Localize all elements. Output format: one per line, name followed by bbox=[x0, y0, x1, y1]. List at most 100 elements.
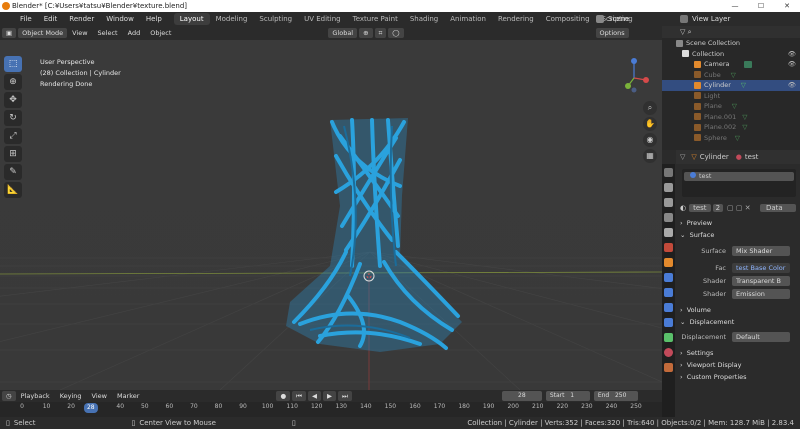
start-frame-field[interactable]: Start 1 bbox=[545, 391, 590, 401]
select-box-tool-icon[interactable]: ⬚ bbox=[4, 56, 22, 72]
menu-object[interactable]: Object bbox=[145, 29, 176, 37]
viewport-display-section[interactable]: › Viewport Display bbox=[676, 359, 800, 371]
jump-end-icon[interactable]: ⏭ bbox=[337, 391, 352, 401]
zoom-icon[interactable]: ⌕ bbox=[643, 101, 657, 115]
pan-hand-icon[interactable]: ✋ bbox=[643, 117, 657, 131]
cursor-tool-icon[interactable]: ⊕ bbox=[4, 74, 22, 90]
outliner-collection[interactable]: Collection 👁 bbox=[662, 49, 800, 60]
outliner-item-sphere[interactable]: Sphere ▽ bbox=[662, 133, 800, 144]
displacement-field[interactable]: Default bbox=[732, 331, 790, 342]
tab-layout[interactable]: Layout bbox=[173, 13, 210, 25]
menu-timeline-view[interactable]: View bbox=[87, 392, 112, 400]
custom-properties-section[interactable]: › Custom Properties bbox=[676, 371, 800, 383]
menu-window[interactable]: Window bbox=[100, 15, 140, 23]
preview-section[interactable]: › Preview bbox=[676, 217, 800, 229]
tab-compositing[interactable]: Compositing bbox=[540, 13, 596, 25]
menu-file[interactable]: File bbox=[14, 15, 38, 23]
texture-tab-icon[interactable] bbox=[664, 363, 673, 372]
object-tab-icon[interactable] bbox=[664, 258, 673, 267]
close-button[interactable]: ✕ bbox=[774, 0, 800, 12]
menu-select[interactable]: Select bbox=[93, 29, 123, 37]
tab-animation[interactable]: Animation bbox=[444, 13, 492, 25]
visibility-eye-icon[interactable]: 👁 bbox=[788, 50, 796, 58]
displacement-section[interactable]: ⌄ Displacement bbox=[676, 316, 800, 328]
outliner-item-plane[interactable]: Plane ▽ bbox=[662, 101, 800, 112]
maximize-button[interactable]: ☐ bbox=[748, 0, 774, 12]
modifier-tab-icon[interactable] bbox=[664, 273, 673, 282]
properties-search-icon[interactable]: ▽ bbox=[680, 153, 685, 161]
outliner-item-cylinder[interactable]: Cylinder ▽ 👁 bbox=[662, 80, 800, 91]
camera-view-icon[interactable]: ◉ bbox=[643, 133, 657, 147]
world-tab-icon[interactable] bbox=[664, 243, 673, 252]
shader2-field[interactable]: Emission bbox=[732, 288, 790, 299]
tab-modeling[interactable]: Modeling bbox=[210, 13, 254, 25]
fake-user-icon[interactable]: ▢ ▢ ✕ bbox=[727, 204, 751, 212]
menu-playback[interactable]: Playback bbox=[16, 392, 55, 400]
ortho-grid-icon[interactable]: ▦ bbox=[643, 149, 657, 163]
annotate-tool-icon[interactable]: ✎ bbox=[4, 164, 22, 180]
menu-view[interactable]: View bbox=[67, 29, 92, 37]
menu-marker[interactable]: Marker bbox=[112, 392, 144, 400]
outliner-scene-collection[interactable]: Scene Collection bbox=[662, 38, 800, 49]
move-tool-icon[interactable]: ✥ bbox=[4, 92, 22, 108]
play-reverse-icon[interactable]: ◀ bbox=[307, 391, 321, 401]
end-frame-field[interactable]: End 250 bbox=[593, 391, 638, 401]
viewport-canvas[interactable] bbox=[0, 26, 662, 390]
snap-icon[interactable]: ⌗ bbox=[374, 28, 387, 38]
filter-icon[interactable]: ▽ ⌕ bbox=[680, 28, 710, 37]
visibility-eye-icon[interactable]: 👁 bbox=[788, 81, 796, 89]
menu-add[interactable]: Add bbox=[123, 29, 146, 37]
tab-texture-paint[interactable]: Texture Paint bbox=[347, 13, 404, 25]
menu-help[interactable]: Help bbox=[140, 15, 168, 23]
measure-tool-icon[interactable]: 📐 bbox=[4, 182, 22, 198]
material-slot-list[interactable]: test bbox=[682, 169, 796, 197]
proportional-edit-icon[interactable]: ◯ bbox=[388, 28, 404, 38]
scene-tab-icon[interactable] bbox=[664, 228, 673, 237]
menu-edit[interactable]: Edit bbox=[38, 15, 64, 23]
3d-viewport[interactable] bbox=[0, 26, 662, 390]
menu-keying[interactable]: Keying bbox=[55, 392, 87, 400]
current-frame-field[interactable]: 28 bbox=[501, 391, 542, 401]
visibility-eye-icon[interactable]: 👁 bbox=[788, 60, 796, 68]
transform-orientation-dropdown[interactable]: Global bbox=[328, 28, 358, 38]
shader1-field[interactable]: Transparent B bbox=[732, 275, 790, 286]
material-browse-icon[interactable]: ◐ bbox=[680, 204, 686, 212]
material-name-field[interactable]: test bbox=[689, 204, 711, 212]
link-data-dropdown[interactable]: Data bbox=[760, 204, 796, 212]
tab-shading[interactable]: Shading bbox=[404, 13, 444, 25]
output-tab-icon[interactable] bbox=[664, 198, 673, 207]
scene-selector[interactable]: Scene bbox=[596, 12, 678, 26]
options-dropdown[interactable]: Options bbox=[595, 28, 629, 38]
rotate-tool-icon[interactable]: ↻ bbox=[4, 110, 22, 126]
physics-tab-icon[interactable] bbox=[664, 303, 673, 312]
outliner-item-plane-002[interactable]: Plane.002 ▽ bbox=[662, 122, 800, 133]
outliner-item-plane-001[interactable]: Plane.001 ▽ bbox=[662, 112, 800, 123]
outliner-item-cube[interactable]: Cube ▽ bbox=[662, 70, 800, 81]
fac-input-field[interactable]: test Base Color bbox=[732, 262, 790, 273]
tab-uv-editing[interactable]: UV Editing bbox=[298, 13, 347, 25]
timeline-editor-icon[interactable]: ◷ bbox=[2, 391, 16, 401]
view-layer-tab-icon[interactable] bbox=[664, 213, 673, 222]
menu-render[interactable]: Render bbox=[63, 15, 100, 23]
surface-section[interactable]: ⌄ Surface bbox=[676, 229, 800, 241]
outliner-item-camera[interactable]: Camera 👁 bbox=[662, 59, 800, 70]
tab-rendering[interactable]: Rendering bbox=[492, 13, 540, 25]
settings-section[interactable]: › Settings bbox=[676, 347, 800, 359]
current-frame-indicator[interactable]: 28 bbox=[83, 403, 98, 413]
object-mode-dropdown[interactable]: Object Mode bbox=[18, 28, 68, 38]
minimize-button[interactable]: — bbox=[722, 0, 748, 12]
outliner-item-light[interactable]: Light bbox=[662, 91, 800, 102]
volume-section[interactable]: › Volume bbox=[676, 304, 800, 316]
render-tab-icon[interactable] bbox=[664, 183, 673, 192]
tool-tab-icon[interactable] bbox=[664, 168, 673, 177]
jump-start-icon[interactable]: ⏮ bbox=[292, 391, 306, 401]
tab-sculpting[interactable]: Sculpting bbox=[253, 13, 298, 25]
material-users-count[interactable]: 2 bbox=[712, 204, 724, 212]
play-icon[interactable]: ▶ bbox=[322, 391, 336, 401]
record-icon[interactable]: ● bbox=[276, 391, 291, 401]
constraints-tab-icon[interactable] bbox=[664, 318, 673, 327]
object-data-tab-icon[interactable] bbox=[664, 333, 673, 342]
surface-shader-field[interactable]: Mix Shader bbox=[732, 245, 790, 256]
material-tab-icon[interactable] bbox=[664, 348, 673, 357]
particles-tab-icon[interactable] bbox=[664, 288, 673, 297]
